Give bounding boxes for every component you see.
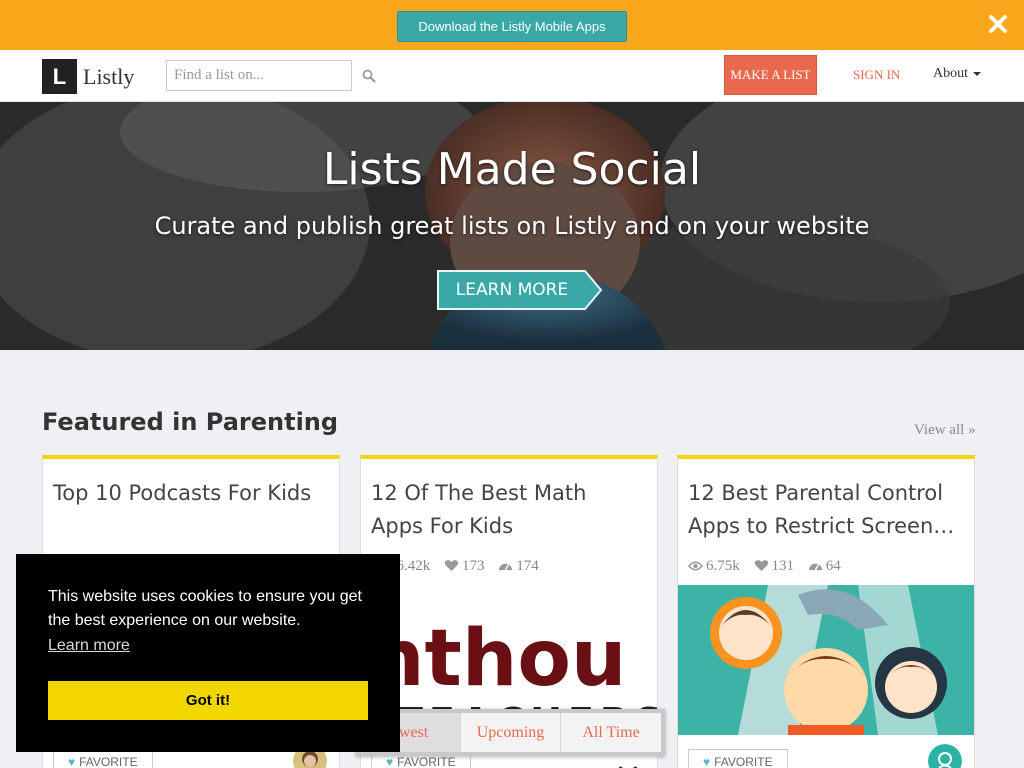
about-label: About (933, 66, 968, 81)
app-download-banner: Download the Listly Mobile Apps (0, 0, 1024, 50)
card-stats: 6.75k 131 64 (688, 558, 851, 575)
dashboard-icon (499, 563, 513, 571)
sort-tabs: ewest Upcoming All Time (356, 709, 665, 756)
tab-all-time[interactable]: All Time (561, 713, 661, 752)
learn-more-button[interactable] (437, 270, 603, 310)
comments-stat: 174 (498, 558, 539, 575)
heart-icon (444, 560, 459, 572)
sign-in-link[interactable]: SIGN IN (853, 67, 900, 83)
image-text-top: nthou (369, 614, 626, 704)
card-title[interactable]: 12 Best Parental Control Apps to Restric… (688, 477, 958, 543)
hero-subtitle: Curate and publish great lists on Listly… (154, 212, 870, 240)
cookie-accept-button[interactable]: Got it! (48, 681, 368, 720)
navbar: L Listly MAKE A LIST SIGN IN About (0, 50, 1024, 102)
close-icon[interactable] (988, 14, 1008, 34)
likes-count: 131 (771, 558, 795, 574)
hero-title: Lists Made Social (322, 144, 702, 195)
cookie-message: This website uses cookies to ensure you … (48, 588, 362, 629)
tab-upcoming[interactable]: Upcoming (461, 713, 561, 752)
heart-icon: ♥ (703, 755, 711, 768)
search-icon[interactable] (362, 69, 376, 83)
hero-banner: Lists Made Social Curate and publish gre… (0, 102, 1024, 350)
search-input[interactable] (166, 60, 352, 91)
favorite-label: FAVORITE (79, 755, 138, 768)
cookie-consent-banner: This website uses cookies to ensure you … (16, 554, 400, 752)
cookie-learn-more-link[interactable]: Learn more (48, 637, 130, 655)
dashboard-icon (808, 563, 822, 571)
download-apps-button[interactable]: Download the Listly Mobile Apps (397, 11, 627, 42)
comments-count: 174 (516, 558, 539, 574)
card-title[interactable]: 12 Of The Best Math Apps For Kids (371, 477, 641, 543)
favorite-label: FAVORITE (714, 755, 773, 768)
card-title-text: 12 Best Parental Control Apps to Restric… (688, 481, 955, 538)
comments-count: 64 (825, 558, 841, 574)
chevron-down-icon (973, 71, 981, 76)
heart-icon: ♥ (386, 755, 394, 768)
logo-text[interactable]: Listly (83, 64, 134, 90)
heart-icon: ♥ (68, 755, 76, 768)
avatar[interactable] (928, 744, 962, 768)
logo-icon[interactable]: L (42, 59, 77, 94)
likes-count: 173 (462, 558, 485, 574)
views-count: 6.75k (706, 558, 740, 574)
likes-stat: 173 (444, 558, 485, 575)
list-card[interactable]: 12 Best Parental Control Apps to Restric… (677, 455, 975, 768)
views-stat: 6.75k (688, 558, 740, 575)
eye-icon (688, 561, 703, 571)
heart-icon (754, 560, 768, 572)
section-title: Featured in Parenting (42, 408, 339, 436)
view-all-link[interactable]: View all » (914, 422, 976, 439)
favorite-label: FAVORITE (397, 755, 456, 768)
about-dropdown[interactable]: About (933, 66, 981, 82)
card-image[interactable] (678, 585, 974, 735)
card-title[interactable]: Top 10 Podcasts For Kids (53, 477, 323, 510)
make-a-list-button[interactable]: MAKE A LIST (724, 55, 817, 95)
favorite-button[interactable]: ♥ FAVORITE (688, 749, 788, 768)
likes-stat: 131 (754, 558, 795, 575)
comments-stat: 64 (808, 558, 841, 575)
card-image-graphic (678, 585, 974, 735)
